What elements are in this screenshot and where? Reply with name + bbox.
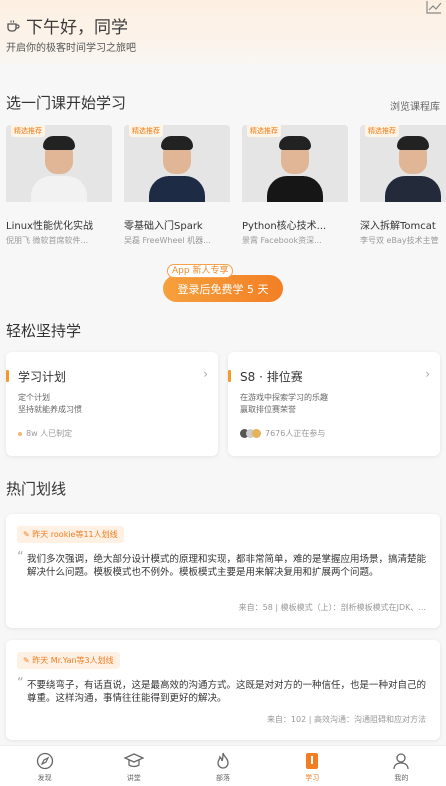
instructor-portrait bbox=[385, 134, 441, 202]
study-plan-line: 定个计划 bbox=[18, 393, 50, 402]
header-banner: 下午好，同学 开启你的极客时间学习之旅吧 bbox=[0, 0, 446, 64]
course-title: Python核心技术... bbox=[242, 221, 327, 232]
course-author: 景霄 Facebook资深... bbox=[242, 236, 322, 245]
highlight-tag: ✎ 昨天 rookie等11人划线 bbox=[17, 526, 124, 543]
tab-label: 学习 bbox=[305, 774, 320, 782]
study-plan-line: 坚持就能养成习惯 bbox=[18, 405, 82, 414]
highlight-source[interactable]: 来自：102 | 高效沟通：沟通阻碍和应对方法 bbox=[267, 714, 426, 725]
tab-study[interactable]: 学习 bbox=[268, 746, 357, 786]
courses-section-title: 选一门课开始学习 bbox=[6, 94, 127, 112]
course-author: 吴磊 FreeWheel 机器... bbox=[124, 236, 211, 245]
trend-icon[interactable] bbox=[426, 0, 442, 14]
study-plan-title: 学习计划 bbox=[18, 370, 67, 384]
course-cover: 精选推荐 bbox=[360, 125, 446, 202]
study-plan-count: 8w 人已制定 bbox=[26, 429, 73, 438]
browse-library-link[interactable]: 浏览课程库 bbox=[390, 98, 440, 113]
highlight-card[interactable]: ✎ 昨天 Mr.Yan等3人划线 “ 不要绕弯子，有话直说，这是最高效的沟通方式… bbox=[6, 640, 440, 740]
new-user-tag: App 新人专享 bbox=[167, 264, 234, 278]
course-cover: 精选推荐 bbox=[242, 125, 348, 202]
tab-label: 发现 bbox=[37, 774, 52, 782]
pencil-icon: ✎ bbox=[23, 656, 33, 665]
course-title: 深入拆解Tomcat bbox=[360, 221, 436, 232]
ranking-footer: 7676人正在参与 bbox=[240, 428, 325, 439]
tab-label: 我的 bbox=[394, 774, 409, 782]
bottom-tab-bar: 发现 讲堂 部落 学习 我的 bbox=[0, 745, 446, 786]
course-author: 李号双 eBay技术主管 bbox=[360, 236, 439, 245]
greeting-subtitle: 开启你的极客时间学习之旅吧 bbox=[6, 43, 136, 54]
pencil-icon: ✎ bbox=[23, 530, 33, 539]
highlight-tag: ✎ 昨天 Mr.Yan等3人划线 bbox=[17, 652, 120, 669]
flame-icon bbox=[217, 752, 229, 769]
ranking-count: 7676人正在参与 bbox=[265, 429, 326, 438]
highlight-card[interactable]: ✎ 昨天 rookie等11人划线 “ 我们多次强调，绝大部分设计模式的原理和实… bbox=[6, 514, 440, 628]
highlight-source[interactable]: 来自：58 | 模板模式（上）：剖析模板模式在JDK、... bbox=[239, 602, 426, 613]
tab-mine[interactable]: 我的 bbox=[357, 746, 446, 786]
chevron-right-icon: › bbox=[425, 367, 430, 381]
user-icon bbox=[393, 753, 410, 770]
course-author: 倪朋飞 微软首席软件... bbox=[6, 236, 89, 245]
course-title: Linux性能优化实战 bbox=[6, 221, 93, 232]
tab-label: 部落 bbox=[216, 774, 230, 782]
free-trial-button[interactable]: 登录后免费学 5 天 bbox=[163, 275, 283, 302]
tab-label: 讲堂 bbox=[126, 774, 141, 782]
quote-icon: “ bbox=[17, 676, 24, 691]
course-cover: 精选推荐 bbox=[6, 125, 112, 202]
instructor-portrait bbox=[267, 134, 323, 202]
chevron-right-icon: › bbox=[203, 367, 208, 381]
tab-tribe[interactable]: 部落 bbox=[178, 746, 267, 786]
course-title: 零基础入门Spark bbox=[124, 221, 203, 232]
greeting-row: 下午好，同学 bbox=[6, 13, 128, 38]
highlight-tag-text: 昨天 rookie等11人划线 bbox=[32, 530, 118, 539]
course-card[interactable]: 精选推荐 Linux性能优化实战 倪朋飞 微软首席软件... bbox=[6, 125, 112, 245]
study-plan-card[interactable]: 学习计划 › 定个计划 坚持就能养成习惯 8w 人已制定 bbox=[6, 352, 218, 456]
highlight-tag-text: 昨天 Mr.Yan等3人划线 bbox=[32, 656, 114, 665]
tab-discover[interactable]: 发现 bbox=[0, 746, 89, 786]
course-card[interactable]: 精选推荐 Python核心技术... 景霄 Facebook资深... bbox=[242, 125, 348, 245]
greeting-title: 下午好，同学 bbox=[26, 18, 128, 38]
ranking-line: 在游戏中探索学习的乐趣 bbox=[240, 393, 328, 402]
quote-icon: “ bbox=[17, 550, 24, 565]
ranking-card[interactable]: S8 · 排位赛 › 在游戏中探索学习的乐趣 赢取排位赛荣誉 7676人正在参与 bbox=[228, 352, 440, 456]
ranking-line: 赢取排位赛荣誉 bbox=[240, 405, 296, 414]
highlight-text: 我们多次强调，绝大部分设计模式的原理和实现，都非常简单，难的是掌握应用场景，搞清… bbox=[27, 554, 427, 578]
highlight-text: 不要绕弯子，有话直说，这是最高效的沟通方式。这既是对对方的一种信任，也是一种对自… bbox=[27, 680, 427, 704]
graduation-icon bbox=[123, 753, 144, 768]
compass-icon bbox=[36, 752, 53, 770]
instructor-portrait bbox=[149, 134, 205, 202]
dot-icon bbox=[18, 431, 22, 436]
persist-section-title: 轻松坚持学 bbox=[6, 322, 82, 340]
ranking-title: S8 · 排位赛 bbox=[240, 370, 303, 384]
course-cover: 精选推荐 bbox=[124, 125, 230, 202]
cup-icon bbox=[7, 20, 20, 32]
highlights-section-title: 热门划线 bbox=[6, 480, 67, 498]
tab-lecture[interactable]: 讲堂 bbox=[89, 746, 178, 786]
course-carousel[interactable]: 精选推荐 Linux性能优化实战 倪朋飞 微软首席软件... 精选推荐 零基础入… bbox=[6, 125, 446, 245]
avatar-stack-icon bbox=[240, 429, 261, 438]
course-card[interactable]: 精选推荐 零基础入门Spark 吴磊 FreeWheel 机器... bbox=[124, 125, 230, 245]
course-card[interactable]: 精选推荐 深入拆解Tomcat 李号双 eBay技术主管 bbox=[360, 125, 446, 245]
study-plan-footer: 8w 人已制定 bbox=[18, 428, 72, 439]
instructor-portrait bbox=[31, 134, 87, 202]
book-icon bbox=[306, 753, 319, 769]
